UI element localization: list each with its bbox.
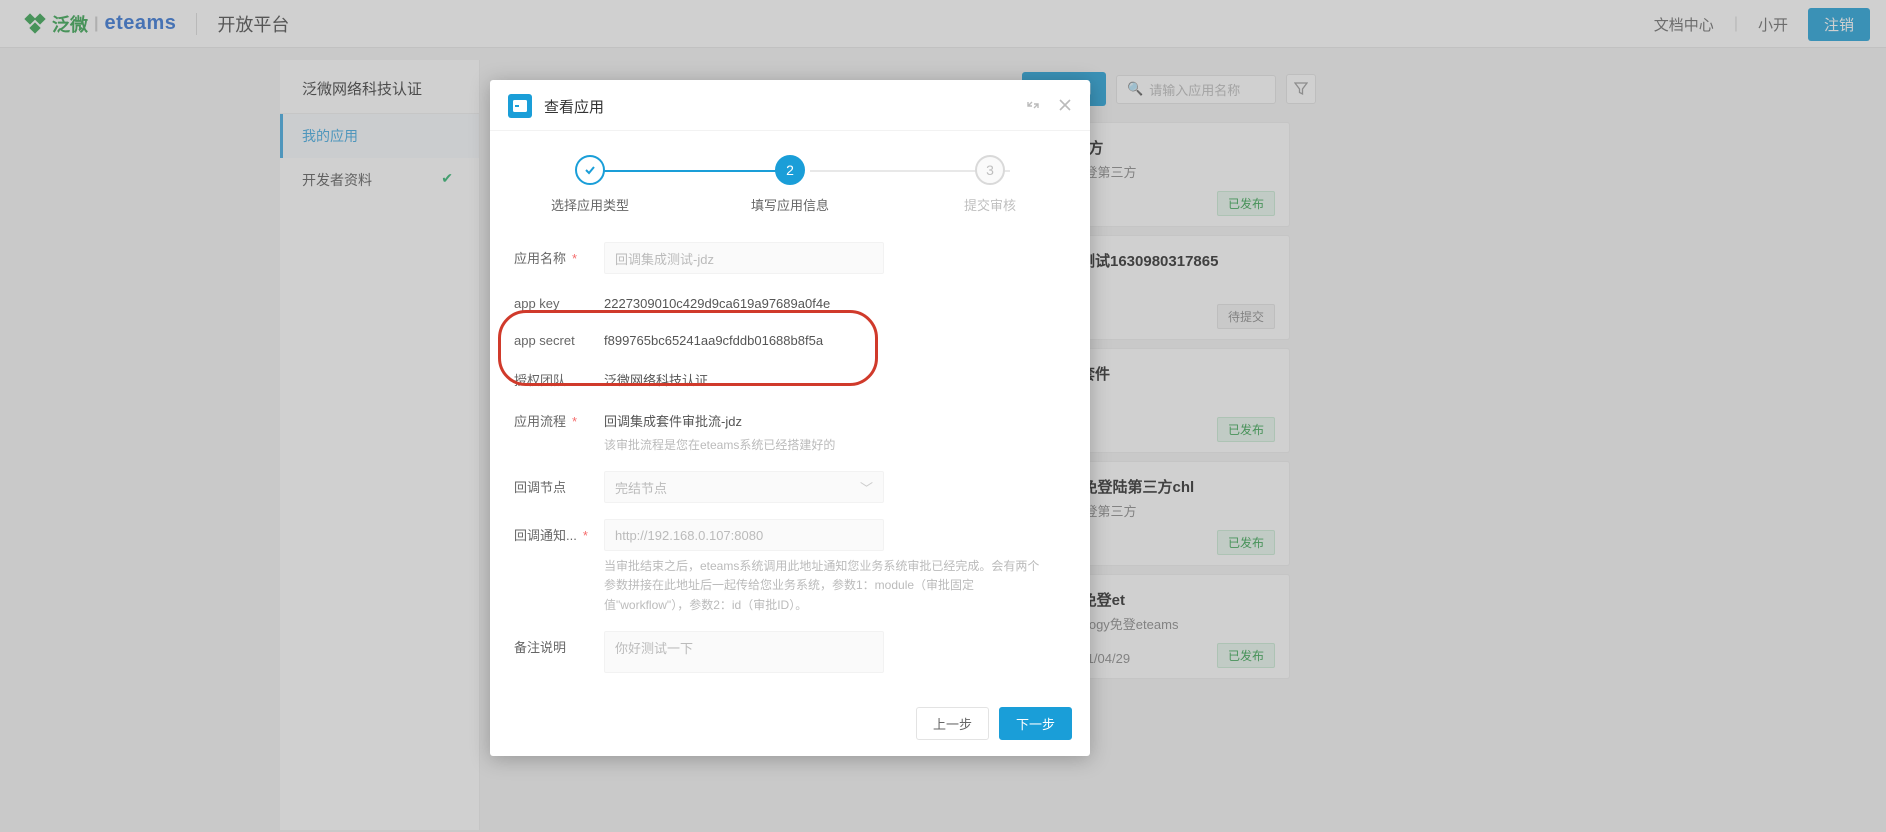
prev-button[interactable]: 上一步: [916, 707, 989, 740]
app-icon: [508, 94, 532, 118]
chevron-down-icon: ﹀: [860, 478, 873, 497]
app-name-input[interactable]: 回调集成测试-jdz: [604, 242, 884, 274]
step-2: 2 填写应用信息: [730, 155, 850, 214]
step-indicator: 选择应用类型 2 填写应用信息 3 提交审核: [490, 131, 1090, 224]
app-key-value: 2227309010c429d9ca619a97689a0f4e: [604, 290, 1066, 311]
callback-url-input[interactable]: http://192.168.0.107:8080: [604, 519, 884, 551]
app-form: 应用名称* 回调集成测试-jdz app key 2227309010c429d…: [490, 224, 1090, 695]
step-1: 选择应用类型: [530, 155, 650, 214]
view-app-modal: 查看应用 选择应用类型 2 填写应用信息 3 提交审核 应用名: [490, 80, 1090, 756]
app-secret-value: f899765bc65241aa9cfddb01688b8f5a: [604, 327, 1066, 348]
callback-node-select[interactable]: 完结节点 ﹀: [604, 471, 884, 503]
flow-value: 回调集成套件审批流-jdz: [604, 405, 1066, 430]
next-button[interactable]: 下一步: [999, 707, 1072, 740]
flow-hint: 该审批流程是您在eteams系统已经搭建好的: [604, 436, 1044, 455]
close-icon[interactable]: [1058, 98, 1072, 115]
modal-title: 查看应用: [544, 96, 604, 117]
expand-icon[interactable]: [1026, 98, 1040, 115]
callback-hint: 当审批结束之后，eteams系统调用此地址通知您业务系统审批已经完成。会有两个参…: [604, 557, 1044, 615]
step-3: 3 提交审核: [930, 155, 1050, 214]
remark-textarea[interactable]: 你好测试一下: [604, 631, 884, 673]
team-value: 泛微网络科技认证: [604, 364, 1066, 389]
